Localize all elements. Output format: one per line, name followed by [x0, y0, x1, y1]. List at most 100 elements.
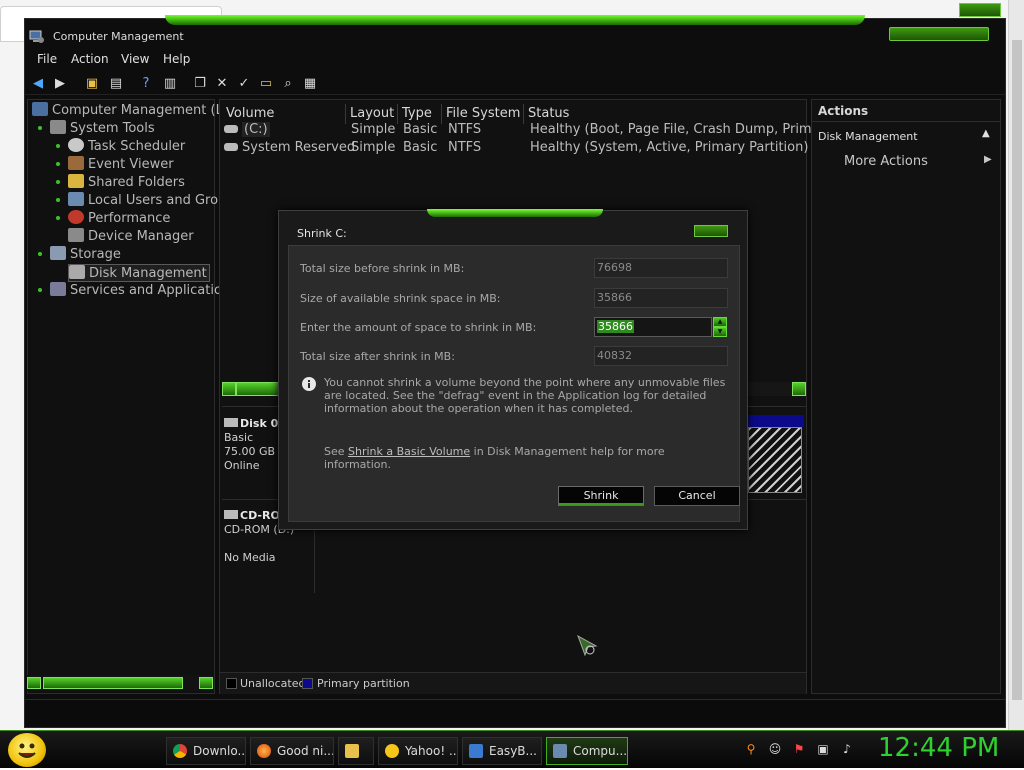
- dialog-close-button[interactable]: [694, 225, 728, 237]
- tree-item-event-viewer[interactable]: Event Viewer: [68, 156, 174, 172]
- shrink-button[interactable]: Shrink: [558, 486, 644, 506]
- menu-bar: File Action View Help: [25, 49, 1005, 69]
- taskbar-item-yahoo[interactable]: Yahoo! ...: [378, 737, 458, 765]
- total-size-field: 76698: [594, 258, 728, 278]
- search-icon[interactable]: ⚲: [744, 742, 758, 756]
- shrink-amount-stepper[interactable]: ▲ ▼: [713, 317, 727, 337]
- search-icon[interactable]: ⌕: [279, 74, 297, 92]
- computer-management-icon: [32, 102, 48, 116]
- cell-type: Basic: [403, 122, 438, 137]
- tree-item-services[interactable]: Services and Applications: [50, 282, 237, 298]
- more-actions-item[interactable]: More Actions: [844, 154, 928, 169]
- legend-primary: Primary partition: [317, 677, 410, 690]
- column-type[interactable]: Type: [398, 104, 442, 124]
- column-file-system[interactable]: File System: [442, 104, 524, 124]
- window-controls[interactable]: [889, 27, 989, 41]
- tree-item-storage[interactable]: Storage: [50, 246, 121, 262]
- page-scrollbar-thumb[interactable]: [1012, 40, 1022, 700]
- taskbar-item-explorer[interactable]: [338, 737, 374, 765]
- expand-bullet[interactable]: [38, 288, 42, 292]
- cell-layout: Simple: [351, 140, 396, 155]
- stepper-up-button[interactable]: ▲: [713, 317, 727, 327]
- tree-item-root[interactable]: Computer Management (Loc: [32, 102, 238, 118]
- column-volume[interactable]: Volume: [222, 104, 346, 124]
- expand-bullet[interactable]: [56, 180, 60, 184]
- selected-partition-block[interactable]: [748, 427, 802, 493]
- open-folder-icon[interactable]: ▭: [257, 74, 275, 92]
- properties-icon[interactable]: ▥: [161, 74, 179, 92]
- tree-item-local-users[interactable]: Local Users and Grou: [68, 192, 226, 208]
- grid-view-icon[interactable]: ▦: [301, 74, 319, 92]
- help-link[interactable]: Shrink a Basic Volume: [348, 445, 470, 458]
- tree-item-shared-folders[interactable]: Shared Folders: [68, 174, 185, 190]
- page-scrollbar[interactable]: [1008, 0, 1024, 730]
- clock-icon: [68, 138, 84, 152]
- forward-arrow-icon[interactable]: ▶: [51, 74, 69, 92]
- volume-icon[interactable]: ♪: [840, 742, 854, 756]
- expand-bullet[interactable]: [56, 198, 60, 202]
- volume-scroll-right[interactable]: [792, 382, 806, 396]
- action-center-flag-icon[interactable]: ⚑: [792, 742, 806, 756]
- tree-item-task-scheduler[interactable]: Task Scheduler: [68, 138, 185, 154]
- tree-item-disk-management[interactable]: Disk Management: [68, 264, 210, 282]
- tree-horizontal-scrollbar[interactable]: [27, 675, 213, 691]
- tree-item-device-manager[interactable]: Device Manager: [68, 228, 194, 244]
- scroll-thumb[interactable]: [43, 677, 183, 689]
- taskbar-item-computer-management[interactable]: Compu...: [546, 737, 628, 765]
- after-size-field: 40832: [594, 346, 728, 366]
- help-icon[interactable]: ?: [137, 74, 155, 92]
- table-row[interactable]: (C:): [224, 122, 270, 137]
- taskbar-clock[interactable]: 12:44 PM: [878, 733, 999, 763]
- column-status[interactable]: Status: [524, 104, 806, 124]
- users-icon: [68, 192, 84, 206]
- browser-window-controls[interactable]: [959, 3, 1001, 17]
- chevron-right-icon[interactable]: ▶: [984, 154, 992, 165]
- shared-folder-icon: [68, 174, 84, 188]
- actions-header: Actions: [812, 100, 1000, 122]
- menu-help[interactable]: Help: [163, 52, 190, 66]
- network-icon[interactable]: ▣: [816, 742, 830, 756]
- menu-action[interactable]: Action: [71, 52, 109, 66]
- expand-bullet[interactable]: [38, 252, 42, 256]
- dialog-glow-decoration: [427, 209, 603, 217]
- expand-bullet[interactable]: [56, 144, 60, 148]
- taskbar-item-chrome[interactable]: Downlo...: [166, 737, 246, 765]
- back-arrow-icon[interactable]: ◀: [29, 74, 47, 92]
- folder-up-icon[interactable]: ▣: [83, 74, 101, 92]
- taskbar-item-firefox[interactable]: Good ni...: [250, 737, 334, 765]
- scroll-right-button[interactable]: [199, 677, 213, 689]
- check-icon[interactable]: ✓: [235, 74, 253, 92]
- drive-icon: [224, 125, 238, 133]
- expand-bullet[interactable]: [56, 162, 60, 166]
- cancel-button[interactable]: Cancel: [654, 486, 740, 506]
- after-size-label: Total size after shrink in MB:: [300, 350, 455, 363]
- expand-bullet[interactable]: [38, 126, 42, 130]
- performance-icon: [68, 210, 84, 224]
- actions-section-disk-management[interactable]: Disk Management: [818, 130, 918, 143]
- delete-icon[interactable]: ✕: [213, 74, 231, 92]
- cell-type: Basic: [403, 140, 438, 155]
- collapse-up-icon[interactable]: ▲: [982, 128, 990, 139]
- title-glow-decoration: [165, 15, 865, 25]
- available-space-label: Size of available shrink space in MB:: [300, 292, 501, 305]
- new-icon[interactable]: ❐: [191, 74, 209, 92]
- volume-scroll-thumb[interactable]: [236, 382, 280, 396]
- start-button-smiley-icon[interactable]: [8, 733, 46, 767]
- cell-layout: Simple: [351, 122, 396, 137]
- column-layout[interactable]: Layout: [346, 104, 398, 124]
- scroll-left-button[interactable]: [27, 677, 41, 689]
- shrink-amount-input[interactable]: 35866: [594, 317, 712, 337]
- tree-item-performance[interactable]: Performance: [68, 210, 170, 226]
- table-row[interactable]: System Reserved: [224, 140, 355, 155]
- expand-bullet[interactable]: [56, 216, 60, 220]
- dialog-title: Shrink C:: [297, 227, 347, 240]
- tree-item-system-tools[interactable]: System Tools: [50, 120, 155, 136]
- show-hide-tree-icon[interactable]: ▤: [107, 74, 125, 92]
- volume-scroll-left[interactable]: [222, 382, 236, 396]
- messenger-icon[interactable]: ☺: [768, 742, 782, 756]
- partition-legend: Unallocated Primary partition: [220, 672, 806, 694]
- taskbar-item-easybcd[interactable]: EasyB...: [462, 737, 542, 765]
- menu-file[interactable]: File: [37, 52, 57, 66]
- menu-view[interactable]: View: [121, 52, 149, 66]
- stepper-down-button[interactable]: ▼: [713, 327, 727, 337]
